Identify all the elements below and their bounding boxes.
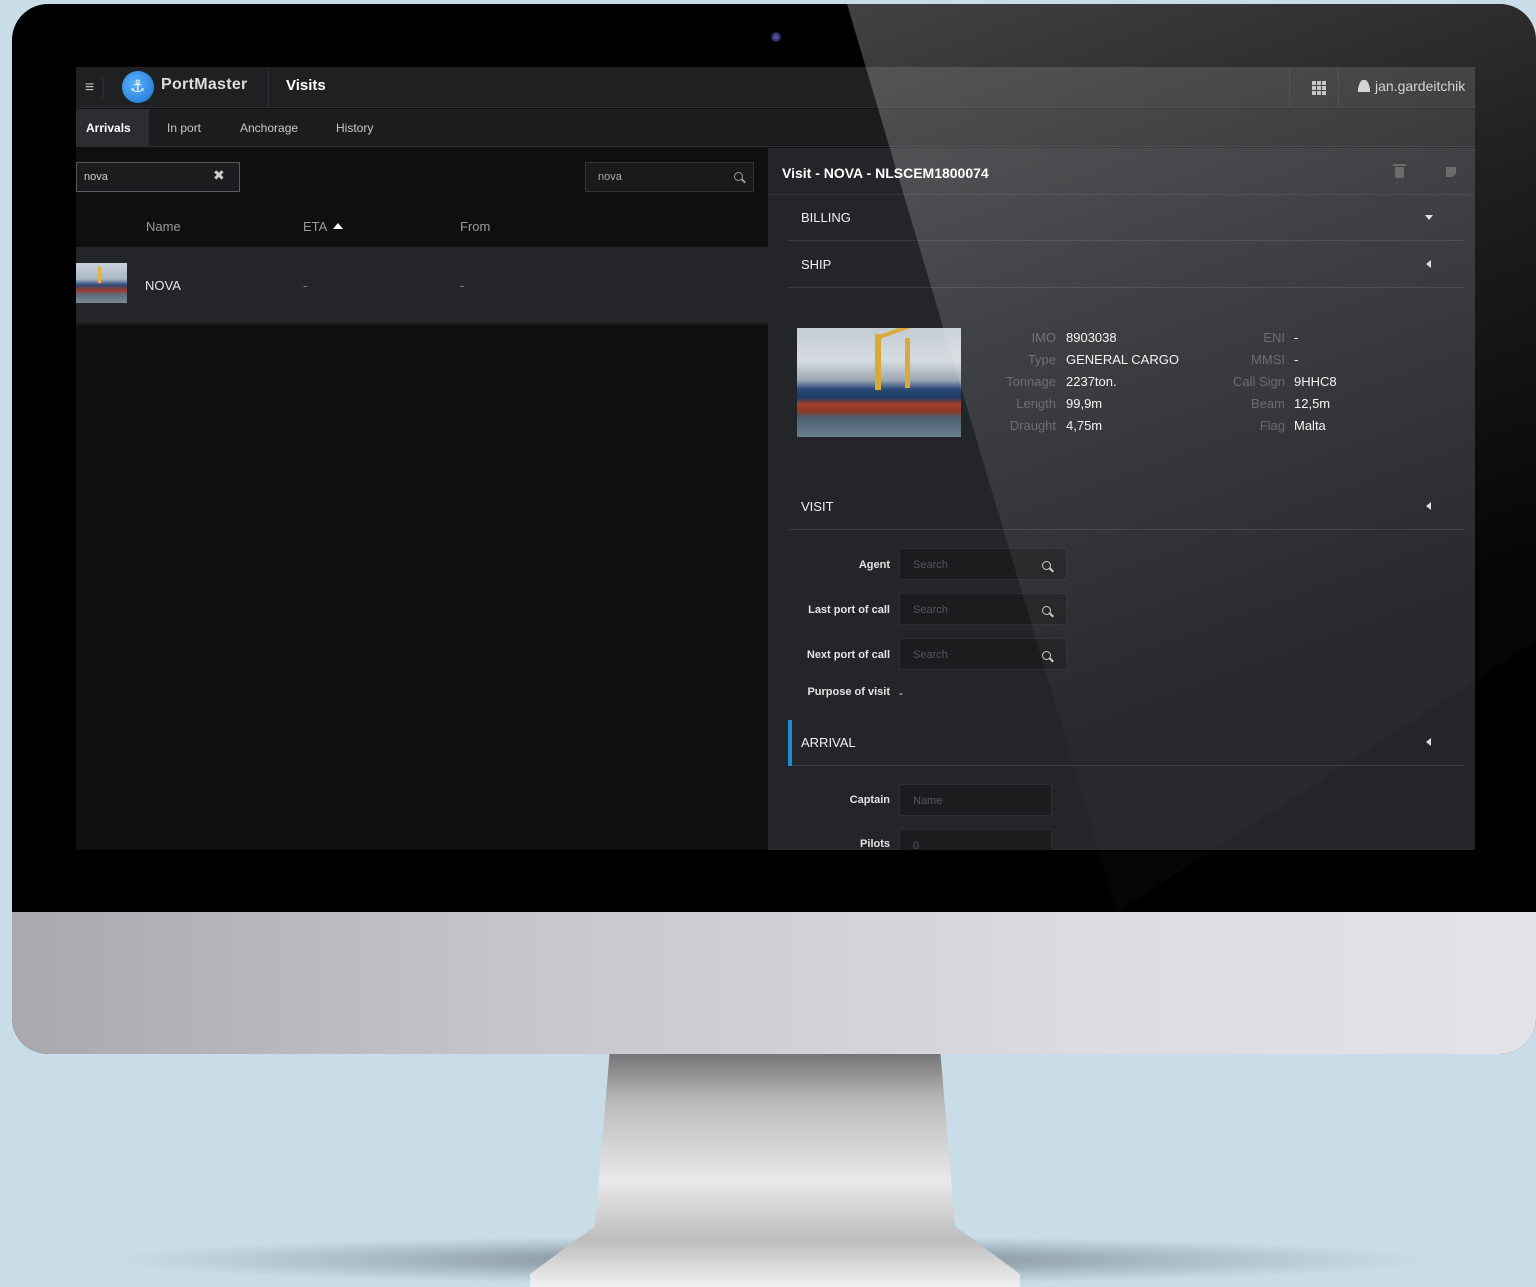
filter-value: nova (84, 171, 108, 183)
note-icon[interactable] (1446, 167, 1456, 177)
caret-down-icon (1425, 215, 1433, 220)
spec-value-imo: 8903038 (1066, 330, 1117, 345)
brand-name: PortMaster (161, 76, 248, 93)
billing-label: BILLING (801, 210, 851, 225)
spec-label-type: Type (1027, 352, 1056, 367)
sort-ascending-icon (333, 223, 344, 229)
next-port-search-field[interactable]: Search (899, 638, 1067, 670)
apps-grid-icon[interactable] (1312, 81, 1326, 95)
row-eta: - (303, 278, 308, 293)
agent-label: Agent (858, 559, 890, 571)
column-header-from[interactable]: From (460, 219, 490, 234)
captain-placeholder: Name (913, 795, 943, 807)
spec-label-flag: Flag (1259, 418, 1285, 433)
spec-label-draught: Draught (1009, 418, 1056, 433)
caret-left-icon (1426, 502, 1431, 510)
camera-dot (771, 32, 781, 42)
last-port-label: Last port of call (808, 604, 890, 616)
visit-label: VISIT (801, 499, 834, 514)
search-icon[interactable] (734, 172, 745, 183)
top-bar: ≡ PortMaster Visits jan.gardeitchik (76, 67, 1475, 108)
spec-label-call-sign: Call Sign (1232, 374, 1285, 389)
section-arrival[interactable]: ARRIVAL (788, 720, 1464, 766)
eta-header-label: ETA (303, 219, 328, 234)
delete-icon[interactable] (1393, 164, 1406, 178)
last-port-search-field[interactable]: Search (899, 593, 1067, 625)
tab-history[interactable]: History (318, 109, 391, 147)
monitor-frame: ≡ PortMaster Visits jan.gardeitchik Arri… (12, 4, 1536, 1054)
spec-label-mmsi: MMSI (1251, 352, 1285, 367)
spec-label-beam: Beam (1251, 396, 1285, 411)
spec-value-beam: 12,5m (1294, 396, 1331, 411)
search-icon[interactable] (1042, 606, 1053, 617)
user-menu[interactable]: jan.gardeitchik (1358, 78, 1465, 94)
user-icon (1358, 80, 1370, 92)
spec-label-imo: IMO (1031, 330, 1056, 345)
captain-label: Captain (849, 794, 890, 806)
table-row[interactable]: NOVA - - (76, 247, 768, 325)
tab-in-port[interactable]: In port (149, 109, 219, 147)
row-from: - (460, 278, 465, 293)
column-header-eta[interactable]: ETA (303, 219, 344, 234)
app-screen: ≡ PortMaster Visits jan.gardeitchik Arri… (76, 67, 1475, 850)
crane-shape (875, 334, 881, 390)
row-name: NOVA (145, 278, 181, 293)
section-ship[interactable]: SHIP (788, 242, 1464, 288)
ship-thumbnail (76, 263, 127, 303)
spec-value-draught: 4,75m (1066, 418, 1103, 433)
purpose-value: - (899, 686, 903, 700)
pilots-field[interactable]: 0 (899, 829, 1052, 850)
spec-value-type: GENERAL CARGO (1066, 352, 1179, 367)
pilots-placeholder: 0 (913, 840, 920, 850)
section-billing[interactable]: BILLING (788, 195, 1464, 241)
visit-detail-panel: Visit - NOVA - NLSCEM1800074 BILLING SHI… (768, 148, 1475, 850)
arrival-label: ARRIVAL (801, 735, 856, 750)
clear-filter-icon[interactable]: ✖ (213, 168, 225, 184)
spec-label-eni: ENI (1263, 330, 1285, 345)
ship-photo (797, 328, 961, 437)
top-divider (1338, 67, 1339, 108)
detail-title: Visit - NOVA - NLSCEM1800074 (782, 165, 989, 181)
user-name: jan.gardeitchik (1375, 78, 1466, 94)
search-icon[interactable] (1042, 651, 1053, 662)
spec-value-tonnage: 2237ton. (1066, 374, 1117, 389)
spec-value-call-sign: 9HHC8 (1294, 374, 1337, 389)
crane-shape (905, 338, 910, 388)
spec-value-mmsi: - (1294, 352, 1299, 367)
search-icon[interactable] (1042, 561, 1053, 572)
tab-arrivals[interactable]: Arrivals (76, 109, 149, 147)
spec-label-tonnage: Tonnage (1006, 374, 1056, 389)
spec-value-eni: - (1294, 330, 1299, 345)
agent-search-field[interactable]: Search (899, 548, 1067, 580)
spec-value-flag: Malta (1294, 418, 1326, 433)
section-title: Visits (286, 77, 326, 94)
top-divider (268, 67, 269, 108)
caret-left-icon (1426, 738, 1431, 746)
spec-value-length: 99,9m (1066, 396, 1103, 411)
last-port-placeholder: Search (913, 604, 948, 616)
search-input[interactable]: nova (585, 162, 754, 192)
ship-label: SHIP (801, 257, 832, 272)
section-visit[interactable]: VISIT (788, 484, 1464, 530)
captain-field[interactable]: Name (899, 784, 1052, 816)
active-section-indicator (788, 720, 792, 766)
top-divider (1289, 67, 1290, 108)
portmaster-logo-icon (122, 71, 154, 103)
next-port-placeholder: Search (913, 649, 948, 661)
visit-tabs: Arrivals In port Anchorage History (76, 109, 1475, 147)
tab-anchorage[interactable]: Anchorage (222, 109, 316, 147)
search-value: nova (598, 171, 622, 183)
monitor-stand (530, 1048, 1020, 1287)
caret-left-icon (1426, 260, 1431, 268)
pilots-label: Pilots (860, 838, 890, 850)
hamburger-menu-icon[interactable]: ≡ (76, 77, 104, 99)
next-port-label: Next port of call (806, 649, 890, 661)
agent-placeholder: Search (913, 559, 948, 571)
filter-input[interactable]: nova ✖ (76, 162, 240, 192)
monitor-chin (12, 912, 1536, 1054)
purpose-label: Purpose of visit (807, 686, 890, 698)
visit-list-panel: nova ✖ nova Name ETA From NOVA - - (76, 148, 768, 850)
column-header-name[interactable]: Name (146, 219, 181, 234)
spec-label-length: Length (1016, 396, 1056, 411)
